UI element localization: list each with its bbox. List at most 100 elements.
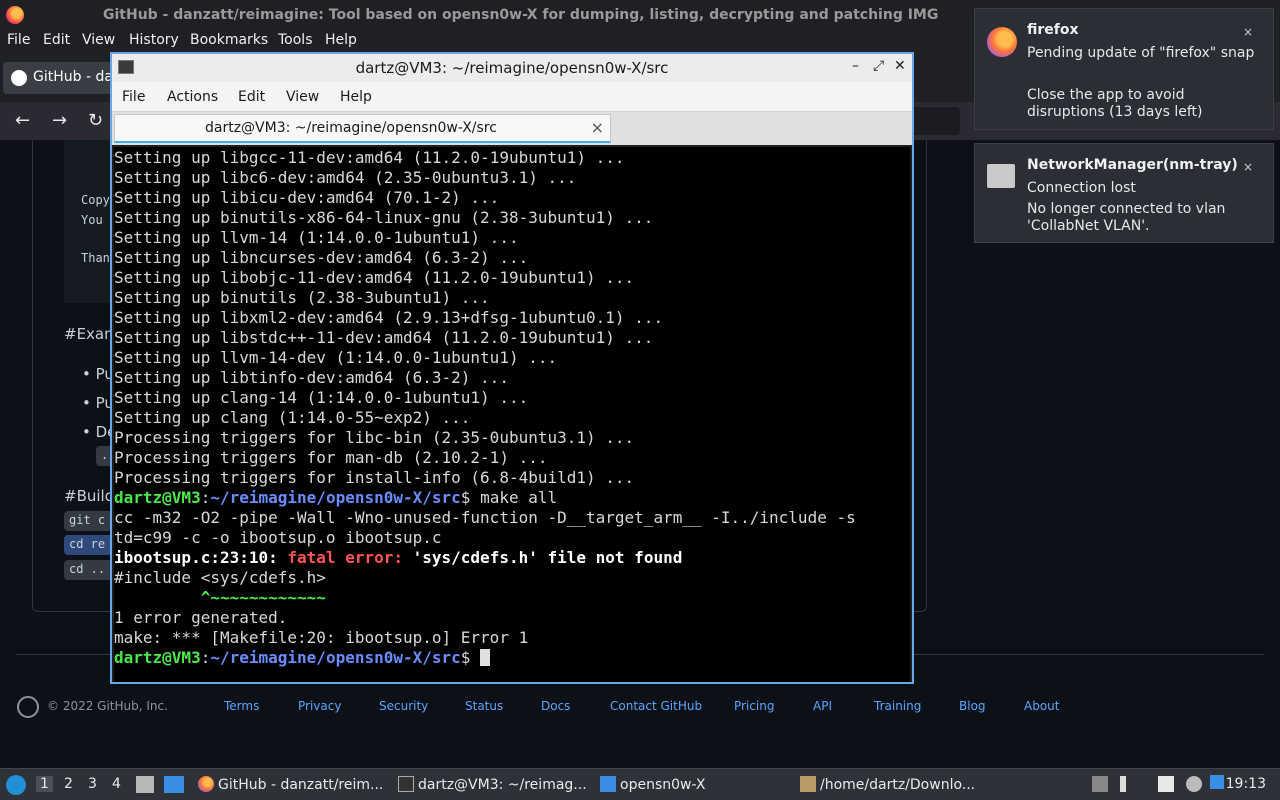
terminal-icon <box>398 776 414 792</box>
command-text: make all <box>470 488 558 507</box>
footer-link-blog[interactable]: Blog <box>959 699 986 713</box>
menu-history[interactable]: History <box>129 32 179 48</box>
task-label: opensn0w-X <box>620 777 706 793</box>
task-terminal[interactable]: dartz@VM3: ~/reimag... <box>396 772 587 798</box>
output-line: Setting up libstdc++-11-dev:amd64 (11.2.… <box>114 328 654 347</box>
footer-link-about[interactable]: About <box>1024 699 1059 713</box>
notification-body: Close the app to avoid disruptions (13 d… <box>1027 87 1203 120</box>
text-cursor <box>480 649 491 666</box>
footer-link-security[interactable]: Security <box>379 699 428 713</box>
terminal-titlebar[interactable]: dartz@VM3: ~/reimagine/opensn0w-X/src – … <box>112 54 912 82</box>
notification-network[interactable]: NetworkManager(nm-tray) Connection lost … <box>974 143 1274 243</box>
workspace-1[interactable]: 1 <box>36 776 53 792</box>
menu-help[interactable]: Help <box>325 32 357 48</box>
terminal-menu-help[interactable]: Help <box>340 89 372 105</box>
terminal-window: dartz@VM3: ~/reimagine/opensn0w-X/src – … <box>110 52 914 684</box>
minimize-button[interactable]: – <box>852 58 859 74</box>
close-icon[interactable]: × <box>1241 25 1255 39</box>
menu-view[interactable]: View <box>82 32 115 48</box>
notification-app: firefox <box>1027 22 1079 38</box>
terminal-menu-file[interactable]: File <box>122 89 145 105</box>
update-notifier-icon[interactable] <box>1210 775 1224 789</box>
output-line: Setting up libicu-dev:amd64 (70.1-2) ... <box>114 188 500 207</box>
browser-tab-label: GitHub - dan <box>33 69 122 85</box>
terminal-menu-edit[interactable]: Edit <box>238 89 265 105</box>
notification-firefox[interactable]: firefox Pending update of "firefox" snap… <box>974 8 1274 130</box>
footer-link-privacy[interactable]: Privacy <box>298 699 341 713</box>
terminal-menu-actions[interactable]: Actions <box>167 89 218 105</box>
menu-file[interactable]: File <box>7 32 30 48</box>
clipboard-icon[interactable] <box>1158 776 1174 792</box>
output-line: Setting up llvm-14 (1:14.0.0-1ubuntu1) .… <box>114 228 519 247</box>
task-label: GitHub - danzatt/reim... <box>218 777 384 793</box>
tray-update-icon[interactable] <box>1092 776 1108 792</box>
output-line: Setting up libtinfo-dev:amd64 (6.3-2) ..… <box>114 368 509 387</box>
clock[interactable]: 19:13 <box>1226 776 1266 792</box>
footer-link-training[interactable]: Training <box>874 699 921 713</box>
heading-build: #Build <box>64 487 115 505</box>
volume-icon[interactable] <box>1120 776 1136 792</box>
output-line: Setting up binutils-x86-64-linux-gnu (2.… <box>114 208 654 227</box>
output-line: cc -m32 -O2 -pipe -Wall -Wno-unused-func… <box>114 508 856 527</box>
firefox-icon <box>198 776 214 792</box>
footer-link-pricing[interactable]: Pricing <box>734 699 774 713</box>
notification-summary: Connection lost <box>1027 180 1136 196</box>
output-line: td=c99 -c -o ibootsup.o ibootsup.c <box>114 528 442 547</box>
footer-link-contact[interactable]: Contact GitHub <box>610 699 702 713</box>
workspace-3[interactable]: 3 <box>88 776 97 792</box>
file-manager-launcher-icon[interactable] <box>164 776 184 793</box>
network-tray-icon[interactable] <box>1186 776 1202 792</box>
task-folder[interactable]: opensn0w-X <box>598 772 705 798</box>
prompt-path: ~/reimagine/opensn0w-X/src <box>210 648 461 667</box>
output-line: Setting up libncurses-dev:amd64 (6.3-2) … <box>114 248 529 267</box>
code-line: Copy <box>81 193 110 207</box>
github-logo-icon[interactable] <box>17 696 39 718</box>
prompt-user: dartz@VM3 <box>114 488 201 507</box>
output-line: Processing triggers for install-info (6.… <box>114 468 635 487</box>
terminal-menu-view[interactable]: View <box>286 89 319 105</box>
error-caret: ^~~~~~~~~~~~~ <box>114 588 326 607</box>
window-title: GitHub - danzatt/reimagine: Tool based o… <box>103 7 939 23</box>
reload-button[interactable]: ↻ <box>88 110 103 131</box>
footer-link-terms[interactable]: Terms <box>224 699 259 713</box>
terminal-output[interactable]: Setting up libgcc-11-dev:amd64 (11.2.0-1… <box>114 147 910 682</box>
task-firefox[interactable]: GitHub - danzatt/reim... <box>196 772 383 798</box>
output-line: Setting up binutils (2.38-3ubuntu1) ... <box>114 288 490 307</box>
maximize-button[interactable]: ⤢ <box>873 58 884 74</box>
workspace-4[interactable]: 4 <box>112 776 121 792</box>
menu-tools[interactable]: Tools <box>278 32 313 48</box>
output-line: Processing triggers for libc-bin (2.35-0… <box>114 428 635 447</box>
prompt-line: dartz@VM3:~/reimagine/opensn0w-X/src$ ma… <box>114 488 557 508</box>
archive-icon <box>800 776 816 792</box>
footer-link-docs[interactable]: Docs <box>541 699 570 713</box>
close-icon[interactable]: × <box>1241 160 1255 174</box>
task-archive[interactable]: /home/dartz/Downlo... <box>798 772 975 798</box>
tab-close-icon[interactable]: × <box>591 118 604 137</box>
output-line: Setting up libgcc-11-dev:amd64 (11.2.0-1… <box>114 148 625 167</box>
workspace-2[interactable]: 2 <box>64 776 73 792</box>
terminal-tab[interactable]: dartz@VM3: ~/reimagine/opensn0w-X/src × <box>114 114 611 143</box>
show-desktop-icon[interactable] <box>136 776 154 793</box>
prompt-separator: : <box>200 648 211 667</box>
folder-icon <box>600 776 616 792</box>
menu-bookmarks[interactable]: Bookmarks <box>190 32 268 48</box>
footer-link-api[interactable]: API <box>813 699 832 713</box>
footer-link-status[interactable]: Status <box>465 699 503 713</box>
output-line: Setting up libc6-dev:amd64 (2.35-0ubuntu… <box>114 168 577 187</box>
output-line: Setting up clang-14 (1:14.0.0-1ubuntu1) … <box>114 388 529 407</box>
forward-button[interactable]: → <box>52 110 67 131</box>
notification-app: NetworkManager(nm-tray) <box>1027 157 1238 173</box>
task-label: /home/dartz/Downlo... <box>820 777 976 793</box>
task-label: dartz@VM3: ~/reimag... <box>418 777 587 793</box>
firefox-icon <box>987 27 1017 57</box>
back-button[interactable]: ← <box>15 110 30 131</box>
start-menu-icon[interactable] <box>6 775 26 795</box>
github-icon <box>11 70 27 86</box>
menu-edit[interactable]: Edit <box>43 32 70 48</box>
close-button[interactable]: ✕ <box>894 58 906 74</box>
footer-copyright: © 2022 GitHub, Inc. <box>47 699 168 713</box>
output-line: make: *** [Makefile:20: ibootsup.o] Erro… <box>114 628 529 647</box>
notification-body: No longer connected to vlan 'CollabNet V… <box>1027 201 1226 234</box>
output-line: Setting up libxml2-dev:amd64 (2.9.13+dfs… <box>114 308 664 327</box>
output-line: Processing triggers for man-db (2.10.2-1… <box>114 448 548 467</box>
